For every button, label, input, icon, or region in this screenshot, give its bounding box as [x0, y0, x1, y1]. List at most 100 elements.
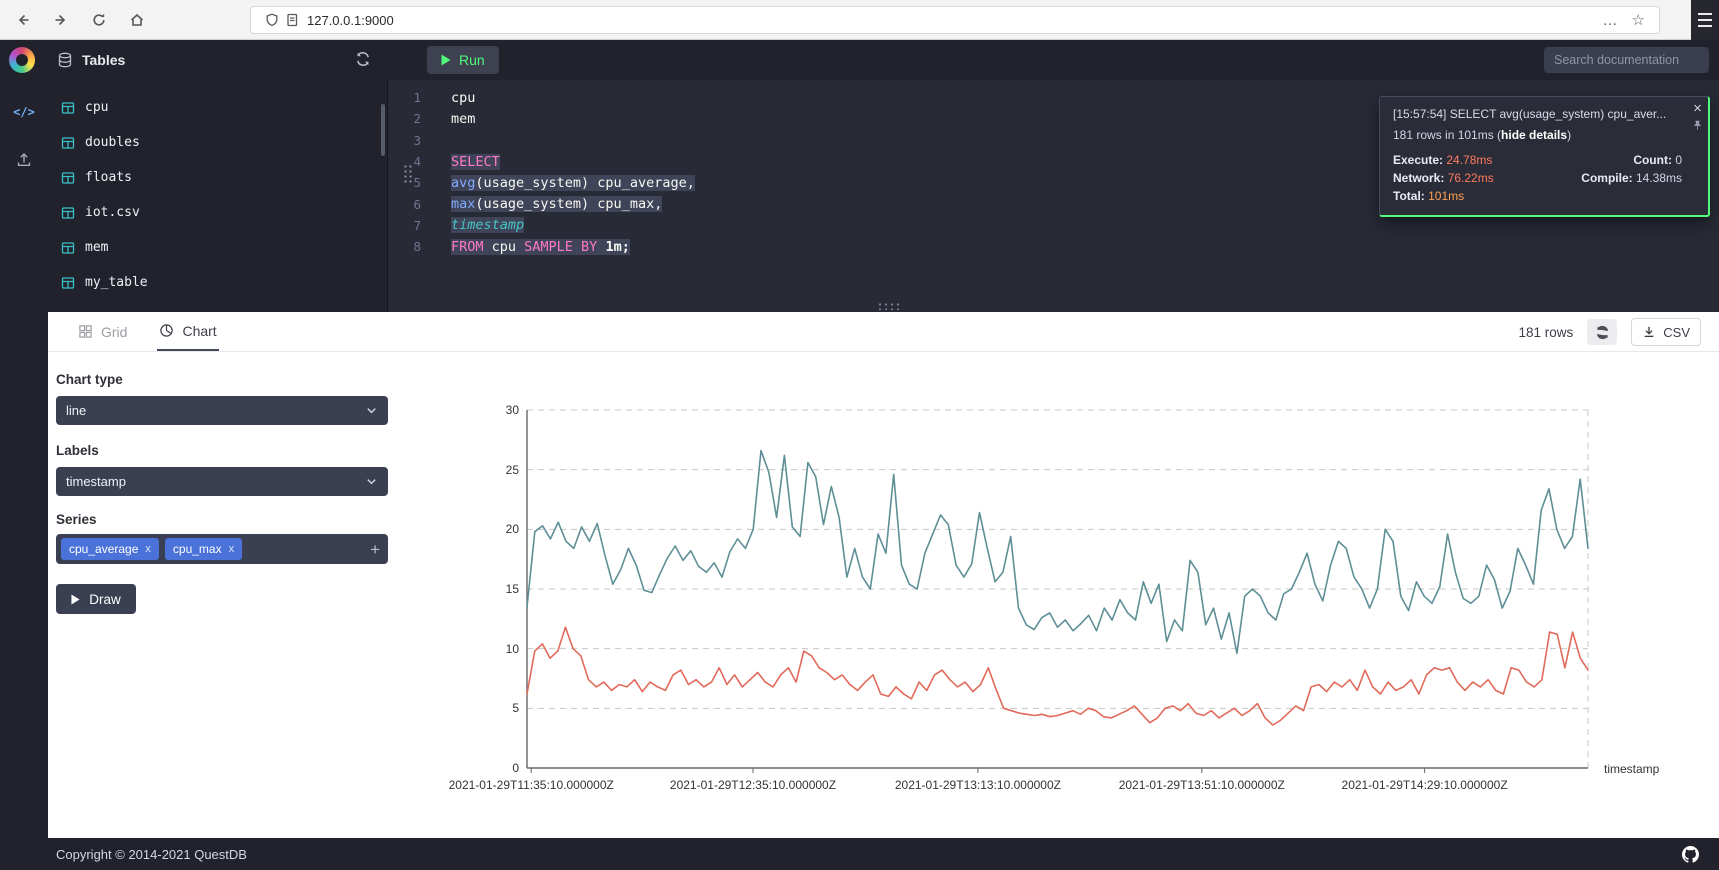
chevron-down-icon: [365, 475, 378, 488]
reload-icon: [91, 12, 107, 28]
sidebar-item-console[interactable]: </>: [0, 94, 48, 130]
forward-arrow-icon: [53, 12, 69, 28]
line-number: 2: [389, 111, 435, 126]
database-icon: [57, 52, 73, 68]
table-icon: [61, 241, 75, 255]
tab-grid[interactable]: Grid: [76, 312, 129, 351]
table-list-item[interactable]: doubles: [48, 125, 387, 160]
notification-timings: Execute: 24.78ms Count: 0 Network: 76.22…: [1393, 153, 1682, 203]
line-number: 4: [389, 154, 435, 169]
count-value: 0: [1675, 153, 1682, 167]
series-chip: cpu_maxx: [165, 538, 242, 560]
questdb-logo: [9, 47, 35, 73]
github-icon: [1682, 846, 1699, 863]
series-chip: cpu_averagex: [61, 538, 159, 560]
remove-series-icon[interactable]: x: [229, 543, 235, 555]
forward-button[interactable]: [46, 5, 76, 35]
back-button[interactable]: [8, 5, 38, 35]
address-bar[interactable]: 127.0.0.1:9000 … ☆: [250, 6, 1660, 34]
shield-icon[interactable]: [265, 13, 279, 27]
x-axis-tick-labels: 2021-01-29T11:35:10.000000Z 2021-01-29T1…: [527, 778, 1588, 794]
search-documentation-input[interactable]: [1544, 47, 1709, 73]
total-time: 101ms: [1428, 189, 1464, 203]
back-arrow-icon: [15, 12, 31, 28]
questdb-console-window: 127.0.0.1:9000 … ☆ Tables Run: [0, 0, 1719, 870]
home-icon: [129, 12, 145, 28]
hide-details-link[interactable]: hide details: [1501, 128, 1567, 142]
tables-panel-title: Tables: [82, 52, 125, 68]
reload-button[interactable]: [84, 5, 114, 35]
y-axis-tick-labels: 3025 2015 105 0: [485, 403, 519, 775]
csv-button-label: CSV: [1663, 325, 1690, 340]
refresh-results-button[interactable]: [1587, 319, 1617, 345]
chevron-down-icon: [365, 404, 378, 417]
remove-series-icon[interactable]: x: [145, 543, 151, 555]
draw-button-label: Draw: [89, 592, 121, 607]
labels-label: Labels: [56, 443, 99, 458]
draw-button[interactable]: Draw: [56, 584, 136, 614]
download-icon: [1642, 325, 1656, 339]
labels-select[interactable]: timestamp: [56, 467, 388, 496]
pin-icon[interactable]: [1692, 119, 1703, 137]
refresh-icon: [1595, 325, 1610, 340]
page-info-icon[interactable]: [285, 13, 299, 27]
panel-splitter-handle[interactable]: [877, 302, 903, 310]
tab-grid-label: Grid: [101, 324, 127, 340]
table-name: iot.csv: [85, 205, 140, 220]
home-button[interactable]: [122, 5, 152, 35]
play-icon: [71, 594, 80, 605]
results-header: Grid Chart 181 rows: [48, 312, 1719, 352]
table-list-item[interactable]: mem: [48, 230, 387, 265]
table-icon: [61, 136, 75, 150]
tables-scrollbar-thumb[interactable]: [381, 104, 385, 156]
tables-refresh-button[interactable]: [355, 51, 371, 72]
line-number: 7: [389, 218, 435, 233]
series-input[interactable]: cpu_averagex cpu_maxx +: [56, 534, 388, 564]
line-number: 3: [389, 133, 435, 148]
table-name: floats: [85, 170, 132, 185]
editor-line: 8 FROM cpu SAMPLE BY 1m;: [389, 236, 1719, 257]
line-number: 8: [389, 239, 435, 254]
footer: Copyright © 2014-2021 QuestDB: [0, 838, 1719, 870]
table-list-item[interactable]: floats: [48, 160, 387, 195]
table-icon: [61, 206, 75, 220]
page-actions-icon[interactable]: …: [1603, 13, 1618, 28]
hamburger-icon: [1698, 13, 1712, 15]
chart-type-value: line: [66, 403, 365, 418]
github-link[interactable]: [1682, 846, 1699, 863]
series-label: Series: [56, 512, 97, 527]
line-chart: [527, 410, 1588, 768]
run-button[interactable]: Run: [427, 46, 499, 74]
play-icon: [441, 54, 451, 66]
editor-line: 7 timestamp: [389, 215, 1719, 236]
compile-time: 14.38ms: [1636, 171, 1682, 185]
table-list-item[interactable]: my_table: [48, 265, 387, 300]
notification-query-text: [15:57:54] SELECT avg(usage_system) cpu_…: [1393, 107, 1682, 121]
table-list-item[interactable]: cpu: [48, 90, 387, 125]
network-time: 76.22ms: [1448, 171, 1494, 185]
browser-toolbar: 127.0.0.1:9000 … ☆: [0, 0, 1719, 40]
csv-download-button[interactable]: CSV: [1631, 318, 1701, 346]
console-topbar: Tables Run: [0, 40, 1719, 80]
results-section: Grid Chart 181 rows: [48, 312, 1719, 838]
table-list-item[interactable]: iot.csv: [48, 195, 387, 230]
notification-summary: 181 rows in 101ms (hide details): [1393, 128, 1682, 142]
line-number: 6: [389, 197, 435, 212]
add-series-button[interactable]: +: [370, 541, 380, 558]
left-icon-strip: </>: [0, 80, 48, 838]
bookmark-star-icon[interactable]: ☆: [1632, 13, 1645, 28]
table-icon: [61, 101, 75, 115]
run-button-label: Run: [459, 52, 485, 68]
browser-menu-button[interactable]: [1691, 0, 1719, 40]
tab-chart-label: Chart: [182, 323, 216, 339]
close-icon[interactable]: ×: [1693, 101, 1702, 116]
rows-count: 181 rows: [1518, 325, 1573, 340]
url-text: 127.0.0.1:9000: [307, 13, 1603, 28]
line-number: 1: [389, 90, 435, 105]
pie-chart-icon: [159, 323, 174, 338]
chart-type-select[interactable]: line: [56, 396, 388, 425]
tab-chart[interactable]: Chart: [157, 312, 218, 351]
labels-value: timestamp: [66, 474, 365, 489]
x-axis-title: timestamp: [1604, 762, 1659, 776]
sidebar-item-import[interactable]: [0, 142, 48, 178]
